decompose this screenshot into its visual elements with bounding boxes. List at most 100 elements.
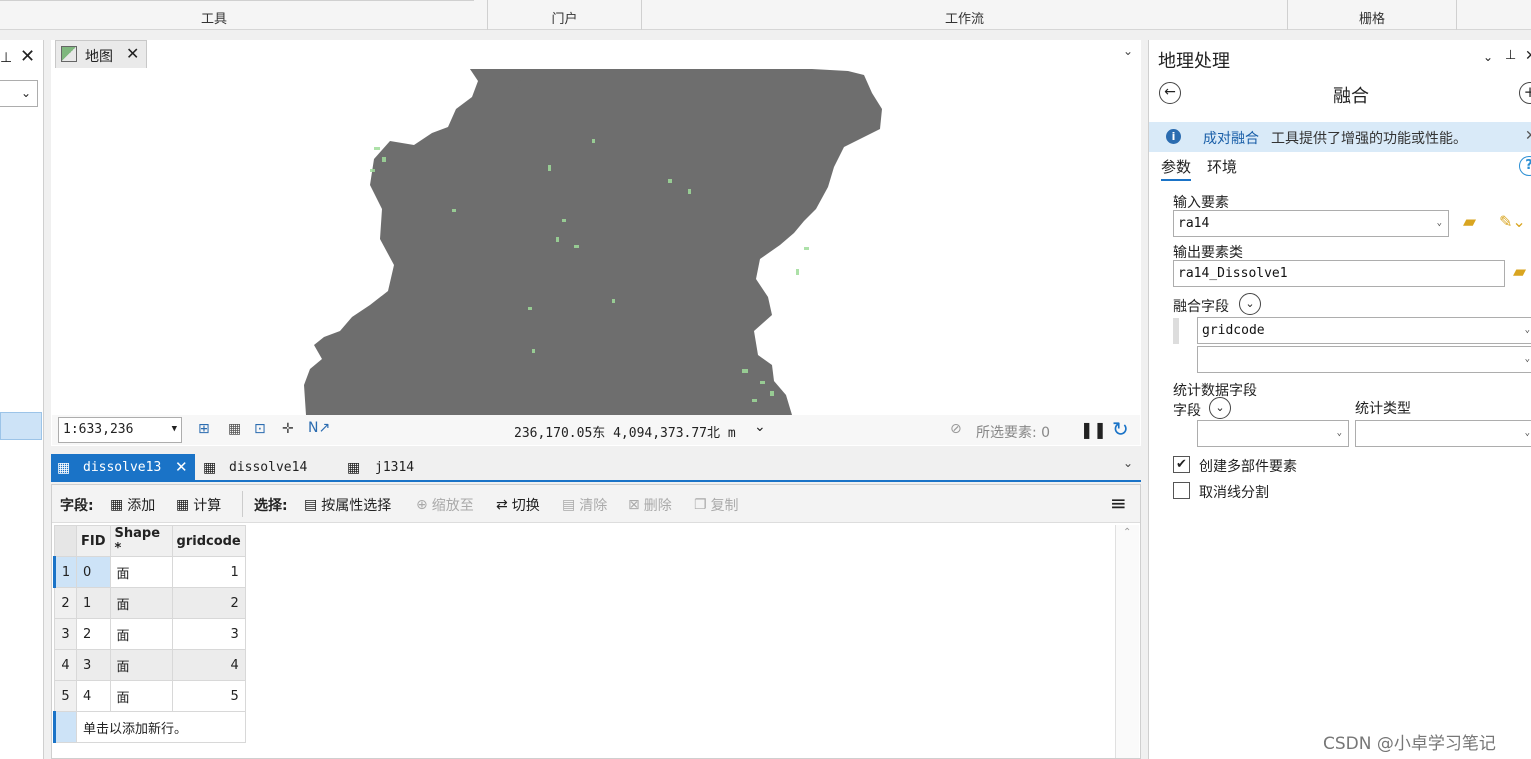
cell-shape[interactable]: 面 [109,618,173,650]
row-number[interactable]: 1 [53,556,77,588]
delete-button[interactable]: ⊠ 删除 [628,495,672,515]
cell-fid[interactable]: 2 [76,618,111,650]
row-number[interactable]: 5 [54,680,77,712]
unsplit-lines-checkbox[interactable] [1173,482,1190,499]
table-row[interactable]: 43面4 [54,649,246,681]
add-icon[interactable]: + [1519,82,1531,104]
stat-field-dropdown[interactable]: ⌄ [1197,420,1349,447]
tab-dissolve13[interactable]: ▦ dissolve13 ✕ [51,454,195,482]
select-all-corner[interactable] [54,525,77,557]
close-icon[interactable]: ✕ [20,46,35,67]
help-icon[interactable]: ? [1519,156,1531,176]
select-label: 选择: [254,498,288,514]
ribbon-group-raster: 栅格 [1288,0,1457,30]
add-field-button[interactable]: ▦ 添加 [110,495,155,515]
cell-shape[interactable]: 面 [109,680,173,712]
output-feature-class-field[interactable]: ra14_Dissolve1 [1173,260,1505,287]
cell-gridcode[interactable]: 4 [171,649,246,681]
calculate-field-button[interactable]: ▦ 计算 [176,495,221,515]
row-number[interactable]: 3 [54,618,77,650]
column-header-fid[interactable]: FID [76,525,111,557]
clear-selection-button[interactable]: ▤ 清除 [562,495,607,515]
close-icon[interactable]: ✕ [1525,128,1531,144]
pin-icon[interactable]: ⊥ [0,50,12,66]
table-icon: ▦ [347,460,361,476]
selected-layer-row[interactable] [0,412,42,440]
scale-dropdown[interactable]: 1:633,236 ▼ [58,417,182,443]
select-by-attribute-icon: ▤ [304,497,318,513]
refresh-icon[interactable]: ↻ [1112,417,1129,441]
cell-shape[interactable]: 面 [109,556,173,588]
cell-gridcode[interactable]: 5 [171,680,246,712]
chevron-down-icon[interactable]: ⌄ [1123,456,1133,470]
switch-selection-button[interactable]: ⇄ 切换 [496,495,540,515]
add-row-hint[interactable]: 单击以添加新行。 [76,711,246,743]
cell-fid[interactable]: 1 [76,587,111,619]
info-icon: i [1166,129,1181,144]
cell-fid[interactable]: 4 [76,680,111,712]
zoom-to-button[interactable]: ⊕ 缩放至 [416,495,474,515]
tab-environments[interactable]: 环境 [1207,156,1237,177]
pause-icon[interactable]: ❚❚ [1080,420,1107,439]
row-number[interactable]: 2 [54,587,77,619]
vertical-scrollbar[interactable]: ⌃ [1115,525,1139,758]
column-header-shape[interactable]: Shape * [109,525,173,557]
grid-icon[interactable]: ▦ [228,421,241,437]
cell-shape[interactable]: 面 [109,587,173,619]
stat-type-dropdown[interactable]: ⌄ [1355,420,1531,447]
table-row[interactable]: 32面3 [54,618,246,650]
tab-parameters[interactable]: 参数 [1161,156,1192,181]
tab-label: dissolve14 [229,460,308,475]
folder-icon[interactable]: ▰ [1513,262,1526,282]
crosshair-icon[interactable]: ✛ [282,421,294,437]
chevron-up-icon[interactable]: ⌃ [1123,527,1131,538]
close-icon[interactable]: ✕ [126,44,139,63]
close-icon[interactable]: ✕ [175,458,188,476]
add-row[interactable]: 单击以添加新行。 [53,711,246,743]
snapping-icon[interactable]: ⊡ [254,421,266,437]
cell-fid[interactable]: 3 [76,649,111,681]
tab-j1314[interactable]: ▦ j1314 [345,454,445,482]
pencil-icon[interactable]: ✎⌄ [1499,212,1526,231]
cell-gridcode[interactable]: 1 [171,556,246,588]
menu-icon[interactable]: ≡ [1110,491,1127,515]
selection-icon[interactable]: ⊘ [950,421,962,437]
tab-dissolve14[interactable]: ▦ dissolve14 [201,454,337,482]
table-row[interactable]: 54面5 [54,680,246,712]
table-row[interactable]: 10面1 [53,556,246,588]
close-icon[interactable]: ✕ [1525,48,1531,64]
chevron-down-icon[interactable]: ⌄ [754,419,766,435]
geoprocessing-pane: 地理处理 ⌄ ⊥ ✕ ← 融合 + i 成对融合 工具提供了增强的功能或性能。 … [1148,40,1531,759]
copy-icon: ❐ [694,497,707,513]
column-header-gridcode[interactable]: gridcode [171,525,246,557]
back-icon[interactable]: ← [1159,82,1181,104]
chevron-down-icon[interactable]: ⌄ [1209,397,1231,419]
cell-gridcode[interactable]: 2 [171,587,246,619]
drag-handle[interactable] [1173,318,1179,344]
chevron-down-icon[interactable]: ⌄ [1483,50,1493,64]
cell-gridcode[interactable]: 3 [171,618,246,650]
pin-icon[interactable]: ⊥ [1505,48,1516,63]
map-canvas[interactable] [52,69,1140,415]
copy-button[interactable]: ❐ 复制 [694,495,739,515]
multipart-checkbox[interactable]: ✔ [1173,456,1190,473]
cell-fid[interactable]: 0 [76,556,111,588]
chevron-down-icon[interactable]: ⌄ [1123,44,1133,58]
calculate-label: 计算 [193,498,222,514]
ribbon-group-label: 门户 [551,12,578,27]
select-by-attribute-button[interactable]: ▤ 按属性选择 [304,495,391,515]
calculate-icon: ▦ [176,497,190,513]
folder-icon[interactable]: ▰ [1463,212,1476,232]
table-row[interactable]: 21面2 [54,587,246,619]
north-arrow-icon[interactable]: N↗ [308,420,330,436]
input-features-field[interactable]: ra14 ⌄ [1173,210,1449,237]
dissolve-field-empty-dropdown[interactable]: ⌄ [1197,346,1531,373]
chevron-down-icon[interactable]: ⌄ [1239,293,1261,315]
tab-map[interactable]: 地图 ✕ [55,40,147,68]
cell-shape[interactable]: 面 [109,649,173,681]
row-number[interactable]: 4 [54,649,77,681]
nav-tool-icon[interactable]: ⊞ [198,421,210,437]
search-dropdown[interactable]: ⌄ [0,80,38,107]
pairwise-dissolve-link[interactable]: 成对融合 [1203,128,1259,148]
dissolve-field-dropdown[interactable]: gridcode ⌄ [1197,317,1531,344]
